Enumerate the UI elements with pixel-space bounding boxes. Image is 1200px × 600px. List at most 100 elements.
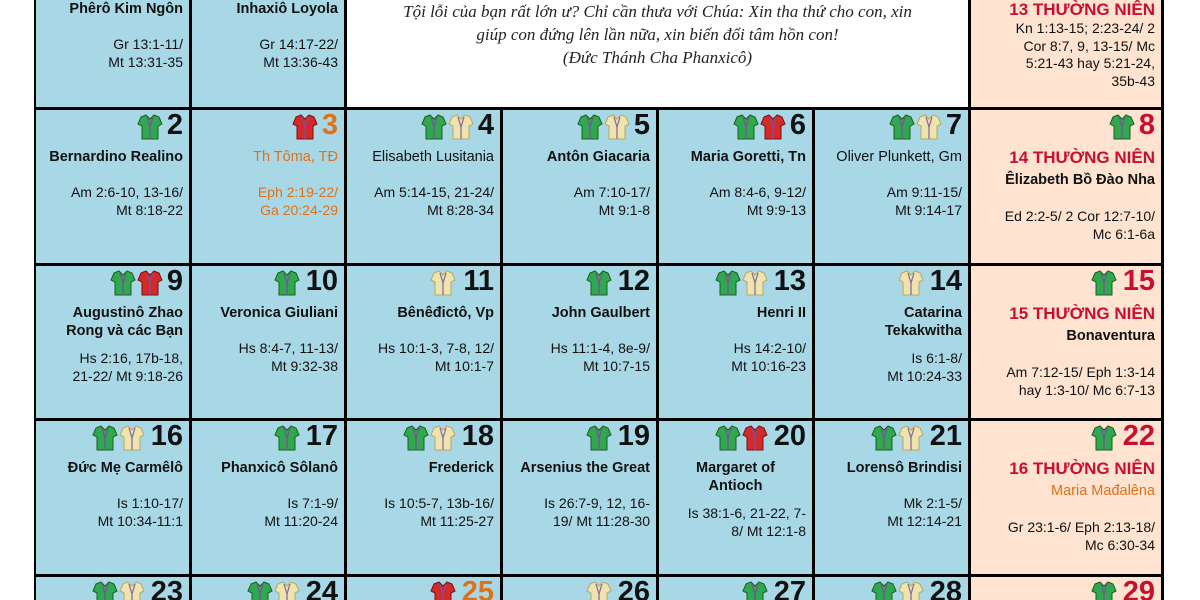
saint-name: Frederick <box>428 460 494 476</box>
reading-text: Hs 11:1-4, 8e-9/Mt 10:7-15 <box>550 340 650 374</box>
day-number: 19 <box>617 421 650 452</box>
saint-name: Đức Mẹ Carmêlô <box>67 460 183 476</box>
sunday-saint: Maria Mađalêna <box>1051 483 1155 499</box>
vestment-icons <box>586 425 612 453</box>
green-vestment-icon <box>715 270 741 296</box>
day-cell: 27 <box>659 577 812 600</box>
liturgical-calendar-page: Phêrô Kim Ngôn Gr 13:1-11/Mt 13:31-35 Inha… <box>0 0 1200 600</box>
green-vestment-icon <box>247 581 273 600</box>
vestment-icons <box>577 114 630 142</box>
saint-name: Augustinô Zhao Rong và các Bạn <box>66 305 183 339</box>
white-vestment-icon <box>742 270 768 296</box>
day-cell: 13 Henri II Hs 14:2-10/Mt 10:16-23 <box>659 266 812 418</box>
reading-text: Mk 2:1-5/Mt 12:14-21 <box>887 495 962 529</box>
saint-name: Phêrô Kim Ngôn <box>69 1 183 17</box>
vestment-icons <box>421 114 474 142</box>
sunday-day-number: 15 <box>1122 266 1155 297</box>
reading-text: Kn 1:13-15; 2:23-24/ 2 Cor 8:7, 9, 13-15/… <box>1015 20 1155 89</box>
sunday-title: 14 THƯỜNG NIÊN <box>1009 148 1155 167</box>
green-vestment-icon <box>274 425 300 451</box>
sunday-cell: 13 THƯỜNG NIÊN Kn 1:13-15; 2:23-24/ 2 Cor … <box>971 0 1161 107</box>
day-number: 4 <box>477 110 494 141</box>
saint-name: John Gaulbert <box>551 305 650 321</box>
vestment-icons <box>137 114 163 142</box>
saint-name: Bênêđictô, Vp <box>397 305 494 321</box>
green-vestment-icon <box>403 425 429 451</box>
day-number: 27 <box>773 577 806 600</box>
green-vestment-icon <box>421 114 447 140</box>
quote-text: Tội lỗi của bạn rất lớn ư? Chỉ cần thưa … <box>403 2 912 67</box>
day-number: 6 <box>789 110 806 141</box>
vestment-icons <box>898 270 924 298</box>
saint-name: Phanxicô Sôlanô <box>221 460 338 476</box>
day-number: 20 <box>773 421 806 452</box>
reading-text: Hs 2:16, 17b-18, 21-22/ Mt 9:18-26 <box>72 350 183 384</box>
vestment-icons <box>1091 425 1117 453</box>
vestment-icons <box>274 425 300 453</box>
white-vestment-icon <box>898 425 924 451</box>
red-vestment-icon <box>742 425 768 451</box>
white-vestment-icon <box>916 114 942 140</box>
green-vestment-icon <box>889 114 915 140</box>
green-vestment-icon <box>742 581 768 600</box>
sunday-title: 15 THƯỜNG NIÊN <box>1009 304 1155 323</box>
saint-name: Lorensô Brindisi <box>846 460 962 476</box>
saint-name: Oliver Plunkett, Gm <box>836 149 962 165</box>
day-number: 21 <box>929 421 962 452</box>
day-cell: 6 Maria Goretti, Tn Am 8:4-6, 9-12/Mt 9:9-… <box>659 110 812 263</box>
white-vestment-icon <box>119 425 145 451</box>
reading-text: Is 10:5-7, 13b-16/Mt 11:25-27 <box>384 495 494 529</box>
day-cell: Phêrô Kim Ngôn Gr 13:1-11/Mt 13:31-35 <box>36 0 189 107</box>
day-cell: 5 Antôn Giacaria Am 7:10-17/Mt 9:1-8 <box>503 110 656 263</box>
green-vestment-icon <box>1091 581 1117 600</box>
day-number: 17 <box>305 421 338 452</box>
green-vestment-icon <box>586 270 612 296</box>
day-number: 14 <box>929 266 962 297</box>
reading-text: Gr 23:1-6/ Eph 2:13-18/Mc 6:30-34 <box>1007 519 1155 553</box>
vestment-icons <box>733 114 786 142</box>
day-cell: 20 Margaret of Antioch Is 38:1-6, 21-22, 7-… <box>659 421 812 574</box>
saint-name: Bernardino Realino <box>49 149 183 165</box>
day-number: 23 <box>150 577 183 600</box>
reading-text: Is 38:1-6, 21-22, 7- 8/ Mt 12:1-8 <box>687 505 806 539</box>
vestment-icons <box>92 581 145 600</box>
saint-name: Arsenius the Great <box>520 460 650 476</box>
reading-text: Eph 2:19-22/Ga 20:24-29 <box>257 184 338 218</box>
sunday-day-number: 29 <box>1122 577 1155 600</box>
green-vestment-icon <box>871 581 897 600</box>
day-number: 12 <box>617 266 650 297</box>
day-cell: 9 Augustinô Zhao Rong và các Bạn Hs 2:16, 1… <box>36 266 189 418</box>
vestment-icons <box>586 270 612 298</box>
day-number: 16 <box>150 421 183 452</box>
reading-text: Ed 2:2-5/ 2 Cor 12:7-10/Mc 6:1-6a <box>1004 208 1155 242</box>
vestment-icons <box>247 581 300 600</box>
reading-text: Gr 14:17-22/Mt 13:36-43 <box>259 36 338 70</box>
day-cell: 2 Bernardino Realino Am 2:6-10, 13-16/Mt 8… <box>36 110 189 263</box>
red-vestment-icon <box>137 270 163 296</box>
vestment-icons <box>403 425 456 453</box>
day-number: 9 <box>166 266 183 297</box>
green-vestment-icon <box>1091 270 1117 296</box>
reading-text: Hs 14:2-10/Mt 10:16-23 <box>731 340 806 374</box>
red-vestment-icon <box>430 581 456 600</box>
green-vestment-icon <box>92 581 118 600</box>
vestment-icons <box>92 425 145 453</box>
white-vestment-icon <box>586 581 612 600</box>
saint-name: Inhaxiô Loyola <box>236 1 338 17</box>
sunday-cell: 15 15 THƯỜNG NIÊN Bonaventura Am 7:12-15/ E… <box>971 266 1161 418</box>
quote-box: Tội lỗi của bạn rất lớn ư? Chỉ cần thưa … <box>347 0 968 107</box>
day-cell: 11 Bênêđictô, Vp Hs 10:1-3, 7-8, 12/Mt 10:… <box>347 266 500 418</box>
reading-text: Am 7:12-15/ Eph 1:3-14 hay 1:3-10/ Mc 6:7… <box>1006 364 1155 398</box>
sunday-title: 13 THƯỜNG NIÊN <box>1009 0 1155 19</box>
day-cell: 4 Elisabeth Lusitania Am 5:14-15, 21-24/Mt… <box>347 110 500 263</box>
white-vestment-icon <box>119 581 145 600</box>
green-vestment-icon <box>274 270 300 296</box>
day-number: 25 <box>461 577 494 600</box>
white-vestment-icon <box>604 114 630 140</box>
reading-text: Am 8:4-6, 9-12/Mt 9:9-13 <box>709 184 807 218</box>
sunday-day-number: 8 <box>1138 110 1155 141</box>
reading-text: Hs 8:4-7, 11-13/Mt 9:32-38 <box>238 340 338 374</box>
day-number: 5 <box>633 110 650 141</box>
day-cell: Inhaxiô Loyola Gr 14:17-22/Mt 13:36-43 <box>192 0 344 107</box>
vestment-icons <box>1091 581 1117 600</box>
